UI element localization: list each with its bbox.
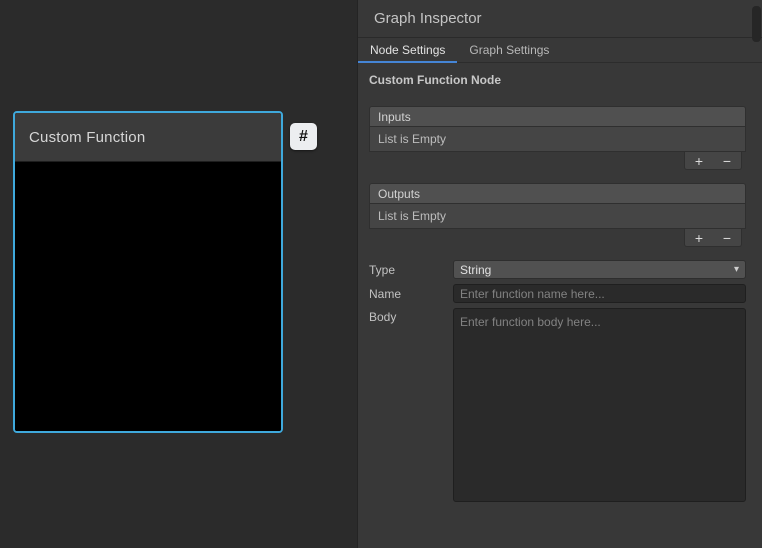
panel-title: Graph Inspector bbox=[374, 10, 482, 27]
inputs-list-header: Inputs bbox=[369, 106, 746, 126]
panel-header[interactable]: Graph Inspector bbox=[358, 0, 762, 38]
inputs-footer-buttons: + − bbox=[684, 152, 742, 170]
node-body bbox=[15, 162, 281, 433]
inputs-list-header-label: Inputs bbox=[378, 110, 411, 124]
graph-inspector-panel: Graph Inspector Node Settings Graph Sett… bbox=[357, 0, 762, 548]
tab-node-settings[interactable]: Node Settings bbox=[358, 38, 457, 62]
inputs-list-empty-row: List is Empty bbox=[369, 126, 746, 152]
tab-graph-settings[interactable]: Graph Settings bbox=[457, 38, 561, 62]
outputs-footer-buttons: + − bbox=[684, 229, 742, 247]
custom-function-node[interactable]: Custom Function bbox=[13, 111, 283, 433]
function-form: Type String ▾ Name Body bbox=[369, 260, 746, 502]
node-title-bar[interactable]: Custom Function bbox=[15, 113, 281, 162]
outputs-empty-label: List is Empty bbox=[378, 209, 446, 223]
panel-scrollbar[interactable] bbox=[752, 4, 761, 544]
inputs-add-button[interactable]: + bbox=[688, 153, 710, 169]
outputs-remove-button[interactable]: − bbox=[716, 230, 738, 246]
node-title: Custom Function bbox=[29, 129, 145, 146]
inputs-empty-label: List is Empty bbox=[378, 132, 446, 146]
type-dropdown-value: String bbox=[460, 263, 491, 277]
app-window: Custom Function # Graph Inspector Node S… bbox=[0, 0, 762, 548]
type-dropdown[interactable]: String ▾ bbox=[453, 260, 746, 279]
scrollbar-thumb[interactable] bbox=[752, 6, 761, 42]
outputs-list-header-label: Outputs bbox=[378, 187, 420, 201]
name-label: Name bbox=[369, 287, 453, 301]
hash-badge-icon[interactable]: # bbox=[290, 123, 317, 150]
body-label: Body bbox=[369, 308, 453, 324]
function-body-textarea[interactable] bbox=[453, 308, 746, 502]
outputs-add-button[interactable]: + bbox=[688, 230, 710, 246]
name-row: Name bbox=[369, 284, 746, 303]
type-label: Type bbox=[369, 263, 453, 277]
type-row: Type String ▾ bbox=[369, 260, 746, 279]
outputs-list-empty-row: List is Empty bbox=[369, 203, 746, 229]
inputs-list: Inputs List is Empty + − bbox=[369, 106, 746, 170]
inspector-content: Custom Function Node Inputs List is Empt… bbox=[358, 73, 762, 502]
tab-graph-settings-label: Graph Settings bbox=[469, 43, 549, 57]
section-title: Custom Function Node bbox=[369, 73, 746, 87]
inspector-tabs: Node Settings Graph Settings bbox=[358, 38, 762, 63]
graph-canvas[interactable]: Custom Function # bbox=[0, 0, 357, 548]
tab-node-settings-label: Node Settings bbox=[370, 43, 445, 57]
outputs-list-footer: + − bbox=[369, 229, 746, 247]
inputs-remove-button[interactable]: − bbox=[716, 153, 738, 169]
chevron-down-icon: ▾ bbox=[734, 264, 739, 275]
outputs-list: Outputs List is Empty + − bbox=[369, 183, 746, 247]
function-name-input[interactable] bbox=[453, 284, 746, 303]
body-row: Body bbox=[369, 308, 746, 502]
outputs-list-header: Outputs bbox=[369, 183, 746, 203]
inputs-list-footer: + − bbox=[369, 152, 746, 170]
